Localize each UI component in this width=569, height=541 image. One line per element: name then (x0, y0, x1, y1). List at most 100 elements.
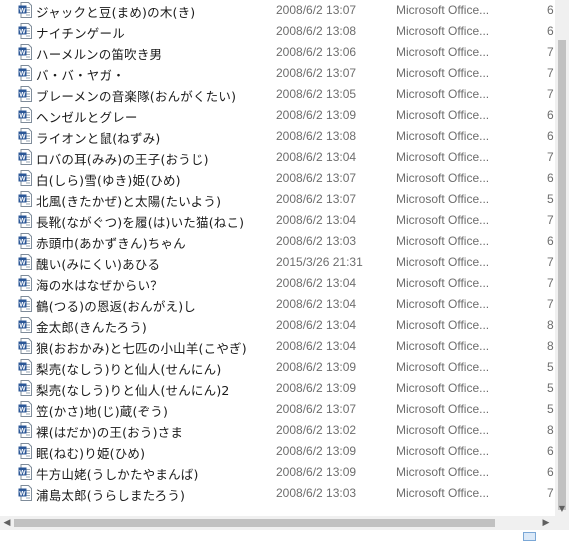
file-row[interactable]: W 牛方山姥(うしかたやまんば) 2008/6/2 13:09 Microsoft O… (0, 462, 555, 483)
file-size: 7 (547, 276, 554, 290)
tiles-view-button[interactable] (547, 532, 558, 539)
svg-text:W: W (19, 322, 26, 329)
file-name: 牛方山姥(うしかたやまんば) (36, 467, 199, 482)
file-size: 7 (547, 66, 554, 80)
file-row[interactable]: W ナイチンゲール 2008/6/2 13:08 Microsoft Office..… (0, 21, 555, 42)
file-row[interactable]: W 北風(きたかぜ)と太陽(たいよう) 2008/6/2 13:07 Microsof… (0, 189, 555, 210)
svg-text:W: W (19, 385, 26, 392)
file-row[interactable]: W ライオンと鼠(ねずみ) 2008/6/2 13:08 Microsoft Offi… (0, 126, 555, 147)
file-row[interactable]: W 海の水はなぜからい？ 2008/6/2 13:04 Microsoft Offic… (0, 273, 555, 294)
file-name: 金太郎(きんたろう) (36, 320, 148, 335)
file-row[interactable]: W 眠(ねむ)り姫(ひめ) 2008/6/2 13:09 Microsoft Offi… (0, 441, 555, 462)
file-row[interactable]: W 鶴(つる)の恩返(おんがえ)し 2008/6/2 13:04 Microsoft … (0, 294, 555, 315)
svg-text:W: W (19, 91, 26, 98)
file-name: 狼(おおかみ)と七匹の小山羊(こやぎ) (36, 341, 247, 356)
horizontal-scrollbar[interactable]: ◀ ▶ (0, 516, 555, 530)
file-row[interactable]: W ヘンゼルとグレー 2008/6/2 13:09 Microsoft Office.… (0, 105, 555, 126)
word-document-icon: W (18, 485, 32, 501)
svg-text:W: W (19, 196, 26, 203)
file-date-modified: 2008/6/2 13:04 (276, 318, 357, 332)
file-size: 7 (547, 150, 554, 164)
vertical-scroll-thumb[interactable] (558, 40, 566, 510)
svg-text:W: W (19, 28, 26, 35)
file-list: W ジャックと豆(まめ)の木(き) 2008/6/2 13:07 Microsoft … (0, 0, 555, 516)
file-size: 6 (547, 171, 554, 185)
file-size: 8 (547, 339, 554, 353)
word-document-icon: W (18, 296, 32, 312)
file-date-modified: 2008/6/2 13:07 (276, 171, 357, 185)
file-name: ハーメルンの笛吹き男 (36, 47, 163, 62)
svg-text:W: W (19, 49, 26, 56)
file-date-modified: 2008/6/2 13:09 (276, 444, 357, 458)
file-size: 5 (547, 402, 554, 416)
file-type: Microsoft Office... (396, 444, 490, 458)
svg-text:W: W (19, 301, 26, 308)
file-row[interactable]: W ジャックと豆(まめ)の木(き) 2008/6/2 13:07 Microsoft … (0, 0, 555, 21)
file-name: 梨売(なしう)りと仙人(せんにん)2 (36, 383, 230, 398)
details-view-button[interactable] (523, 532, 536, 541)
word-document-icon: W (18, 380, 32, 396)
scrollbar-corner (555, 516, 569, 530)
file-row[interactable]: W 長靴(ながぐつ)を履(は)いた猫(ねこ) 2008/6/2 13:04 Micro… (0, 210, 555, 231)
file-row[interactable]: W ブレーメンの音楽隊(おんがくたい) 2008/6/2 13:05 Microsof… (0, 84, 555, 105)
file-date-modified: 2008/6/2 13:09 (276, 360, 357, 374)
file-size: 7 (547, 297, 554, 311)
word-document-icon: W (18, 44, 32, 60)
file-row[interactable]: W ロバの耳(みみ)の王子(おうじ) 2008/6/2 13:04 Microsoft… (0, 147, 555, 168)
file-date-modified: 2008/6/2 13:07 (276, 3, 357, 17)
word-document-icon: W (18, 212, 32, 228)
file-date-modified: 2008/6/2 13:04 (276, 297, 357, 311)
file-date-modified: 2008/6/2 13:05 (276, 87, 357, 101)
file-row[interactable]: W 赤頭巾(あかずきん)ちゃん 2008/6/2 13:03 Microsoft Of… (0, 231, 555, 252)
file-size: 7 (547, 486, 554, 500)
file-row[interactable]: W ハーメルンの笛吹き男 2008/6/2 13:06 Microsoft Offic… (0, 42, 555, 63)
file-row[interactable]: W 梨売(なしう)りと仙人(せんにん) 2008/6/2 13:09 Microsof… (0, 357, 555, 378)
file-row[interactable]: W 醜い(みにくい)あひる 2015/3/26 21:31 Microsoft Off… (0, 252, 555, 273)
chevron-left-icon[interactable]: ◀ (2, 518, 12, 528)
file-name: 北風(きたかぜ)と太陽(たいよう) (36, 194, 222, 209)
status-bar (0, 530, 569, 541)
file-type: Microsoft Office... (396, 255, 490, 269)
file-type: Microsoft Office... (396, 129, 490, 143)
file-size: 8 (547, 318, 554, 332)
file-name: 白(しら)雪(ゆき)姫(ひめ) (36, 173, 181, 188)
file-name: 浦島太郎(うらしまたろう) (36, 488, 186, 503)
file-size: 6 (547, 108, 554, 122)
file-size: 7 (547, 87, 554, 101)
svg-text:W: W (19, 217, 26, 224)
file-row[interactable]: W 金太郎(きんたろう) 2008/6/2 13:04 Microsoft Offic… (0, 315, 555, 336)
file-row[interactable]: W 狼(おおかみ)と七匹の小山羊(こやぎ) 2008/6/2 13:04 Micros… (0, 336, 555, 357)
file-name: 眠(ねむ)り姫(ひめ) (36, 446, 146, 461)
file-date-modified: 2008/6/2 13:07 (276, 402, 357, 416)
file-row[interactable]: W 白(しら)雪(ゆき)姫(ひめ) 2008/6/2 13:07 Microsoft … (0, 168, 555, 189)
svg-text:W: W (19, 154, 26, 161)
file-name: ナイチンゲール (36, 26, 125, 41)
file-size: 8 (547, 423, 554, 437)
svg-text:W: W (19, 490, 26, 497)
file-name: 長靴(ながぐつ)を履(は)いた猫(ねこ) (36, 215, 245, 230)
vertical-scrollbar[interactable]: ▼ (555, 0, 569, 516)
file-name: ライオンと鼠(ねずみ) (36, 131, 161, 146)
file-size: 7 (547, 45, 554, 59)
chevron-down-icon[interactable]: ▼ (558, 505, 566, 513)
horizontal-scroll-thumb[interactable] (14, 519, 495, 527)
file-date-modified: 2008/6/2 13:09 (276, 108, 357, 122)
file-type: Microsoft Office... (396, 213, 490, 227)
file-type: Microsoft Office... (396, 66, 490, 80)
file-size: 7 (547, 255, 554, 269)
svg-text:W: W (19, 7, 26, 14)
file-type: Microsoft Office... (396, 45, 490, 59)
word-document-icon: W (18, 422, 32, 438)
file-row[interactable]: W 梨売(なしう)りと仙人(せんにん)2 2008/6/2 13:09 Microso… (0, 378, 555, 399)
file-row[interactable]: W 裸(はだか)の王(おう)さま 2008/6/2 13:02 Microsoft O… (0, 420, 555, 441)
file-type: Microsoft Office... (396, 402, 490, 416)
file-name: 海の水はなぜからい？ (36, 278, 164, 293)
svg-text:W: W (19, 364, 26, 371)
file-row[interactable]: W 浦島太郎(うらしまたろう) 2008/6/2 13:03 Microsoft Of… (0, 483, 555, 504)
file-row[interactable]: W 笠(かさ)地(じ)蔵(ぞう) 2008/6/2 13:07 Microsoft O… (0, 399, 555, 420)
word-document-icon: W (18, 86, 32, 102)
file-size: 6 (547, 129, 554, 143)
chevron-right-icon[interactable]: ▶ (541, 518, 551, 528)
file-date-modified: 2008/6/2 13:03 (276, 486, 357, 500)
file-row[interactable]: W バ・バ・ヤガ・ 2008/6/2 13:07 Microsoft Office..… (0, 63, 555, 84)
